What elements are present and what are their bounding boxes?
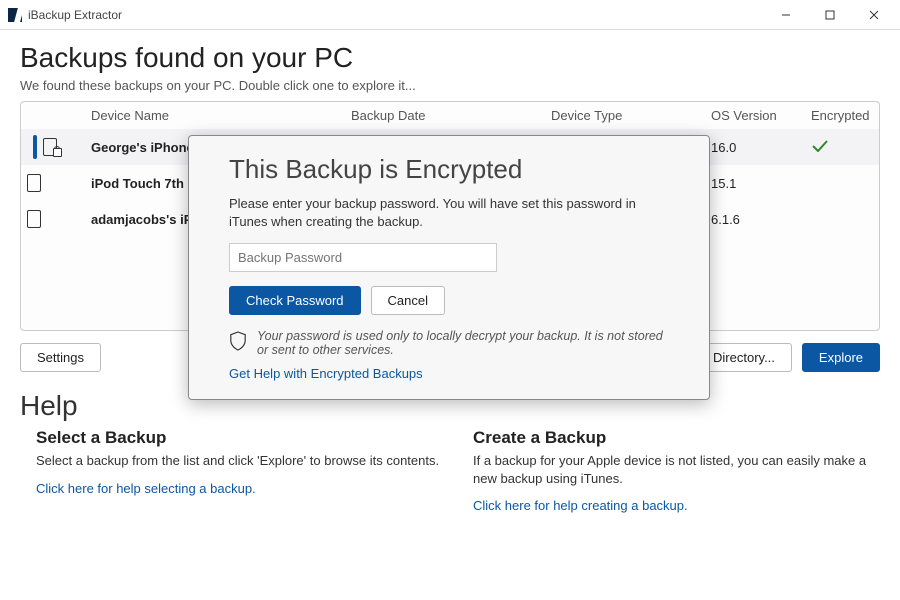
dialog-title: This Backup is Encrypted	[229, 154, 669, 185]
os-version-cell: 16.0	[705, 140, 805, 155]
help-create-heading: Create a Backup	[473, 428, 880, 448]
encrypted-backup-dialog: This Backup is Encrypted Please enter yo…	[188, 135, 710, 400]
col-os-version[interactable]: OS Version	[705, 108, 805, 123]
window-title: iBackup Extractor	[28, 8, 122, 22]
device-icon	[27, 210, 41, 228]
backup-password-input[interactable]	[229, 243, 497, 272]
encrypted-cell	[805, 140, 880, 155]
minimize-button[interactable]	[764, 0, 808, 30]
help-create-body: If a backup for your Apple device is not…	[473, 452, 880, 487]
col-device-type[interactable]: Device Type	[545, 108, 705, 123]
close-button[interactable]	[852, 0, 896, 30]
col-backup-date[interactable]: Backup Date	[345, 108, 545, 123]
help-create-link[interactable]: Click here for help creating a backup.	[473, 498, 688, 513]
help-create-col: Create a Backup If a backup for your App…	[473, 428, 880, 515]
help-select-body: Select a backup from the list and click …	[36, 452, 443, 470]
window-controls	[764, 0, 896, 30]
os-version-cell: 15.1	[705, 176, 805, 191]
check-icon	[811, 140, 829, 152]
dialog-info: Your password is used only to locally de…	[229, 329, 669, 357]
device-icon	[43, 138, 57, 156]
directory-button[interactable]: Directory...	[696, 343, 792, 372]
explore-button[interactable]: Explore	[802, 343, 880, 372]
col-device-name[interactable]: Device Name	[85, 108, 345, 123]
settings-button[interactable]: Settings	[20, 343, 101, 372]
device-icon	[27, 174, 41, 192]
cancel-button[interactable]: Cancel	[371, 286, 445, 315]
dialog-info-text: Your password is used only to locally de…	[257, 329, 669, 357]
shield-icon	[229, 331, 247, 351]
col-encrypted[interactable]: Encrypted	[805, 108, 880, 123]
maximize-button[interactable]	[808, 0, 852, 30]
help-select-col: Select a Backup Select a backup from the…	[36, 428, 443, 515]
page-subtitle: We found these backups on your PC. Doubl…	[20, 78, 880, 93]
app-icon	[8, 8, 22, 22]
table-header: Device Name Backup Date Device Type OS V…	[21, 102, 879, 129]
os-version-cell: 6.1.6	[705, 212, 805, 227]
help-select-heading: Select a Backup	[36, 428, 443, 448]
titlebar: iBackup Extractor	[0, 0, 900, 30]
dialog-description: Please enter your backup password. You w…	[229, 195, 669, 231]
help-select-link[interactable]: Click here for help selecting a backup.	[36, 481, 256, 496]
dialog-help-link[interactable]: Get Help with Encrypted Backups	[229, 366, 423, 381]
check-password-button[interactable]: Check Password	[229, 286, 361, 315]
page-title: Backups found on your PC	[20, 42, 880, 74]
